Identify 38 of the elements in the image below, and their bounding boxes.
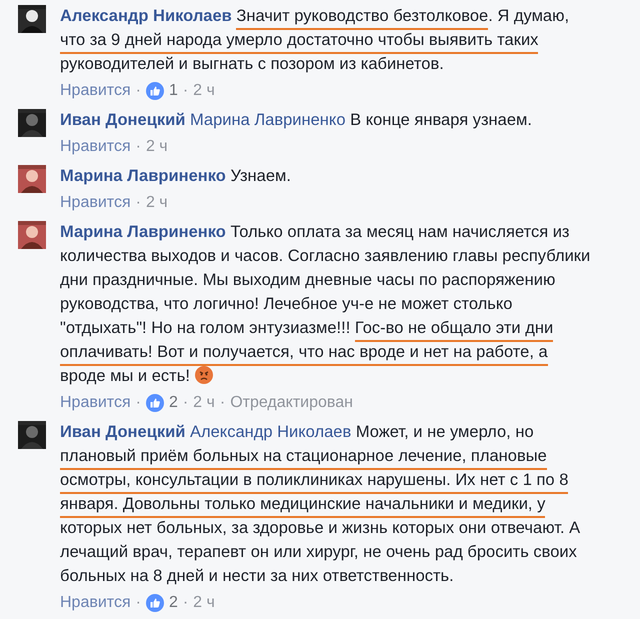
mention-link[interactable]: Марина Лавриненко bbox=[190, 111, 346, 129]
separator: · bbox=[136, 393, 141, 413]
edited-link[interactable]: Отредактирован bbox=[230, 391, 353, 415]
separator: · bbox=[136, 137, 141, 157]
comment-text: Марина Лавриненко Узнаем. bbox=[60, 166, 292, 187]
author-link[interactable]: Иван Донецкий bbox=[60, 423, 186, 441]
author-link[interactable]: Александр Николаев bbox=[60, 7, 232, 25]
like-count: 1 bbox=[168, 81, 178, 101]
comment-text: Александр Николаев Значит руководство безтолковое. Я думаю, что за 9 дней народа умерло достаточно чтобы выявить таких руководителей и выгнать с позором из кабинетов. bbox=[60, 6, 570, 75]
mention-link[interactable]: Александр Николаев bbox=[190, 423, 352, 441]
timestamp-link[interactable]: 2 ч bbox=[193, 591, 215, 615]
timestamp-link[interactable]: 2 ч bbox=[146, 191, 168, 215]
like-link[interactable]: Нравится bbox=[60, 191, 131, 215]
separator: · bbox=[182, 393, 188, 413]
author-link[interactable]: Марина Лавриненко bbox=[60, 167, 226, 185]
comment-text: Марина Лавриненко Только оплата за месяц нам начисляется из количества выходов и часов. Согласно заявлению главы республики дни праздничные. Мы выходим дневные часы по распоряжению руководства, что логично! Лечебное уч-е не может столько "отдыхать"! Но на голом энтузиазме!!! Гос-во не общало эти дни оплачивать! Вот и получается, что нас вроде и нет на работе, а вроде мы и есть! bbox=[60, 222, 592, 387]
timestamp-link[interactable]: 2 ч bbox=[146, 135, 168, 159]
like-icon bbox=[146, 594, 164, 612]
like-link[interactable]: Нравится bbox=[60, 591, 131, 615]
separator: · bbox=[136, 593, 141, 613]
like-link[interactable]: Нравится bbox=[60, 79, 131, 103]
separator: · bbox=[136, 81, 141, 101]
like-count: 2 bbox=[168, 593, 178, 613]
timestamp-link[interactable]: 2 ч bbox=[193, 391, 215, 415]
separator: · bbox=[136, 193, 141, 213]
comment-text: Иван Донецкий Марина Лавриненко В конце января узнаем. bbox=[60, 110, 533, 131]
separator: · bbox=[220, 393, 226, 413]
author-link[interactable]: Марина Лавриненко bbox=[60, 223, 226, 241]
comment-text: Иван Донецкий Александр Николаев Может, и не умерло, но плановый приём больных на стационарное лечение, плановые осмотры, консультации в поликлиниках нарушены. Их нет с 1 по 8 января. Довольны только медицинские начальники и медики, у которых нет больных, за здоровье и жизнь которых они отвечают. А лечащий врач, терапевт он или хирург, не очень рад бросить своих больных на 8 дней и нести за них ответственность. bbox=[60, 422, 582, 587]
separator: · bbox=[182, 593, 188, 613]
like-count: 2 bbox=[168, 393, 178, 413]
like-icon bbox=[146, 82, 164, 100]
timestamp-link[interactable]: 2 ч bbox=[193, 79, 215, 103]
separator: · bbox=[182, 81, 188, 101]
like-icon bbox=[146, 394, 164, 412]
author-link[interactable]: Иван Донецкий bbox=[60, 111, 186, 129]
like-link[interactable]: Нравится bbox=[60, 391, 131, 415]
like-link[interactable]: Нравится bbox=[60, 135, 131, 159]
